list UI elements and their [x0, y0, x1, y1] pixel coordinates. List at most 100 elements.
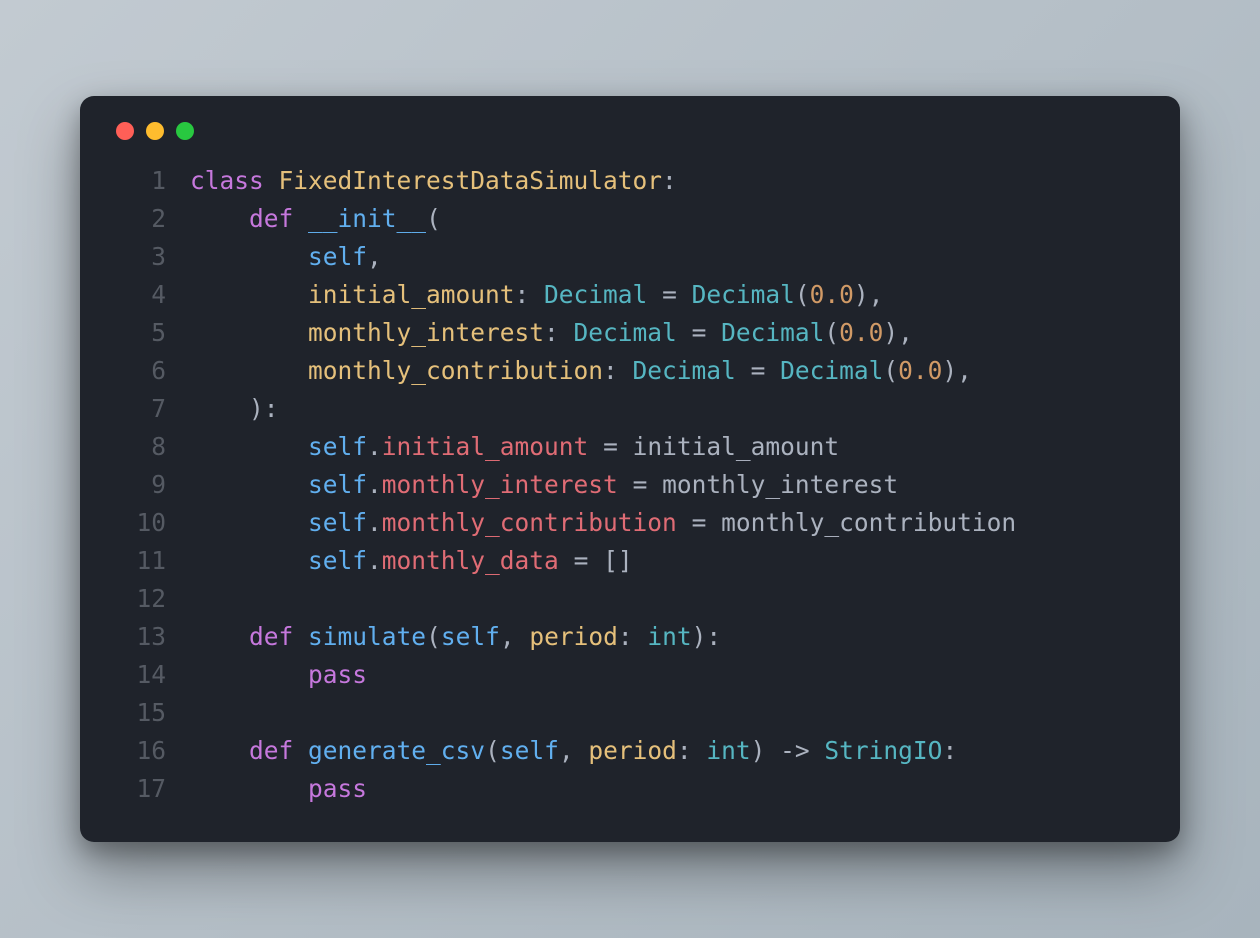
- line-number: 1: [112, 162, 166, 200]
- close-icon[interactable]: [116, 122, 134, 140]
- token-op: ,: [500, 622, 530, 651]
- code-line: 3 self,: [112, 238, 1148, 276]
- token-slf: self: [308, 508, 367, 537]
- line-content: initial_amount: Decimal = Decimal(0.0),: [190, 276, 883, 314]
- token-prm: monthly_interest: [308, 318, 544, 347]
- token-op: :: [544, 318, 574, 347]
- code-line: 1class FixedInterestDataSimulator:: [112, 162, 1148, 200]
- line-number: 13: [112, 618, 166, 656]
- token-kw: def: [249, 204, 293, 233]
- code-line: 10 self.monthly_contribution = monthly_c…: [112, 504, 1148, 542]
- code-line: 12: [112, 580, 1148, 618]
- token-op: (: [426, 622, 441, 651]
- token-op: (: [824, 318, 839, 347]
- token-call: Decimal: [780, 356, 883, 385]
- minimize-icon[interactable]: [146, 122, 164, 140]
- token-op: [190, 622, 249, 651]
- token-call: Decimal: [692, 280, 795, 309]
- token-op: :: [515, 280, 545, 309]
- token-num: 0.0: [810, 280, 854, 309]
- token-attr: monthly_contribution: [382, 508, 677, 537]
- line-content: def simulate(self, period: int):: [190, 618, 721, 656]
- line-content: pass: [190, 656, 367, 694]
- line-content: ):: [190, 390, 279, 428]
- line-number: 11: [112, 542, 166, 580]
- token-op: =: [677, 318, 721, 347]
- token-attr: initial_amount: [382, 432, 589, 461]
- code-line: 7 ):: [112, 390, 1148, 428]
- line-number: 12: [112, 580, 166, 618]
- token-op: [190, 242, 308, 271]
- code-line: 6 monthly_contribution: Decimal = Decima…: [112, 352, 1148, 390]
- token-op: [293, 622, 308, 651]
- code-line: 9 self.monthly_interest = monthly_intere…: [112, 466, 1148, 504]
- token-prm: monthly_contribution: [308, 356, 603, 385]
- line-number: 4: [112, 276, 166, 314]
- zoom-icon[interactable]: [176, 122, 194, 140]
- code-line: 5 monthly_interest: Decimal = Decimal(0.…: [112, 314, 1148, 352]
- token-prm: initial_amount: [308, 280, 515, 309]
- token-fn: __init__: [308, 204, 426, 233]
- line-content: self.monthly_interest = monthly_interest: [190, 466, 898, 504]
- code-line: 11 self.monthly_data = []: [112, 542, 1148, 580]
- line-content: monthly_interest: Decimal = Decimal(0.0)…: [190, 314, 913, 352]
- token-op: ,: [559, 736, 589, 765]
- token-typ: StringIO: [824, 736, 942, 765]
- token-op: ),: [883, 318, 913, 347]
- line-number: 5: [112, 314, 166, 352]
- token-op: [190, 660, 308, 689]
- token-op: [190, 432, 308, 461]
- line-number: 14: [112, 656, 166, 694]
- code-line: 14 pass: [112, 656, 1148, 694]
- token-op: =: [588, 432, 632, 461]
- code-line: 17 pass: [112, 770, 1148, 808]
- token-op: [190, 356, 308, 385]
- token-op: [190, 736, 249, 765]
- line-number: 17: [112, 770, 166, 808]
- token-op: [293, 204, 308, 233]
- code-line: 8 self.initial_amount = initial_amount: [112, 428, 1148, 466]
- token-op: =: [647, 280, 691, 309]
- token-id: monthly_contribution: [721, 508, 1016, 537]
- token-op: =: [736, 356, 780, 385]
- token-slf: self: [308, 432, 367, 461]
- line-number: 3: [112, 238, 166, 276]
- token-num: 0.0: [839, 318, 883, 347]
- token-op: [264, 166, 279, 195]
- line-content: self.monthly_data = []: [190, 542, 633, 580]
- token-op: [190, 280, 308, 309]
- line-content: self.monthly_contribution = monthly_cont…: [190, 504, 1016, 542]
- token-op: ,: [367, 242, 382, 271]
- token-num: 0.0: [898, 356, 942, 385]
- code-editor[interactable]: 1class FixedInterestDataSimulator:2 def …: [112, 162, 1148, 807]
- token-id: initial_amount: [633, 432, 840, 461]
- token-op: ):: [692, 622, 722, 651]
- line-content: monthly_contribution: Decimal = Decimal(…: [190, 352, 972, 390]
- token-typ: int: [647, 622, 691, 651]
- token-op: .: [367, 432, 382, 461]
- token-op: [190, 318, 308, 347]
- line-number: 7: [112, 390, 166, 428]
- line-number: 6: [112, 352, 166, 390]
- line-content: pass: [190, 770, 367, 808]
- code-window: 1class FixedInterestDataSimulator:2 def …: [80, 96, 1180, 841]
- token-op: :: [618, 622, 648, 651]
- token-op: [190, 470, 308, 499]
- token-op: :: [662, 166, 677, 195]
- token-prm: period: [588, 736, 677, 765]
- code-line: 4 initial_amount: Decimal = Decimal(0.0)…: [112, 276, 1148, 314]
- token-cls: FixedInterestDataSimulator: [279, 166, 663, 195]
- token-op: :: [942, 736, 957, 765]
- token-op: :: [603, 356, 633, 385]
- token-op: (: [485, 736, 500, 765]
- token-call: Decimal: [721, 318, 824, 347]
- token-op: [190, 774, 308, 803]
- line-number: 9: [112, 466, 166, 504]
- line-content: def generate_csv(self, period: int) -> S…: [190, 732, 957, 770]
- token-op: ) ->: [751, 736, 825, 765]
- token-kw: def: [249, 622, 293, 651]
- token-op: .: [367, 546, 382, 575]
- line-number: 10: [112, 504, 166, 542]
- token-fn: generate_csv: [308, 736, 485, 765]
- code-line: 15: [112, 694, 1148, 732]
